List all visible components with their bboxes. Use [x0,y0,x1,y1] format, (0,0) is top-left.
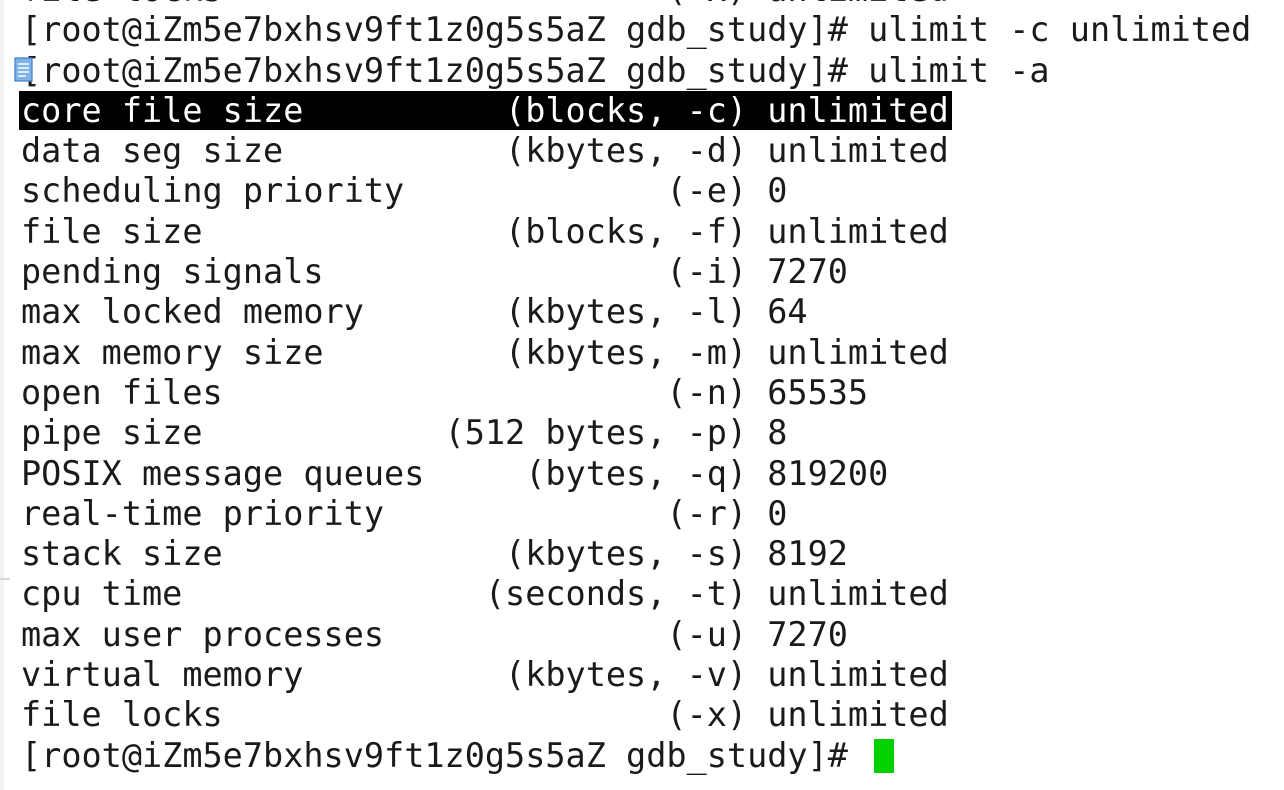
terminal-window[interactable]: file locks (-x) unlimited [root@iZm5e7bx… [0,0,1284,790]
text-cursor [874,738,895,773]
output-line: scheduling priority (-e) 0 [21,171,788,211]
output-line: data seg size (kbytes, -d) unlimited [21,131,949,171]
output-line: file locks (-x) unlimited [21,695,949,735]
output-line: file size (blocks, -f) unlimited [21,211,949,251]
output-line: max user processes (-u) 7270 [21,614,848,654]
output-line: stack size (kbytes, -s) 8192 [21,534,848,574]
selected-text: core file size (blocks, -c) unlimited [19,90,952,130]
prompt-line[interactable]: [root@iZm5e7bxhsv9ft1z0g5s5aZ gdb_study]… [21,736,1251,776]
prompt-text: [root@iZm5e7bxhsv9ft1z0g5s5aZ gdb_study]… [21,735,869,775]
output-line: pending signals (-i) 7270 [21,252,848,292]
terminal-output[interactable]: file locks (-x) unlimited [root@iZm5e7bx… [19,0,1252,776]
output-line: max memory size (kbytes, -m) unlimited [21,332,949,372]
scrollback-line: file locks (-x) unlimited [21,0,1251,10]
output-line: POSIX message queues (bytes, -q) 819200 [21,453,889,493]
output-line: real-time priority (-r) 0 [21,493,788,533]
output-line: max locked memory (kbytes, -l) 64 [21,292,808,332]
output-line: open files (-n) 65535 [21,372,869,412]
document-icon[interactable] [12,56,36,84]
gutter-marker [0,578,10,580]
output-line-selected: core file size (blocks, -c) unlimited [19,90,1251,131]
output-line: cpu time (seconds, -t) unlimited [21,574,949,614]
output-line: virtual memory (kbytes, -v) unlimited [21,655,949,695]
output-line: pipe size (512 bytes, -p) 8 [21,413,788,453]
command-line: [root@iZm5e7bxhsv9ft1z0g5s5aZ gdb_study]… [21,50,1050,90]
command-line: [root@iZm5e7bxhsv9ft1z0g5s5aZ gdb_study]… [21,10,1252,50]
terminal-left-border [0,0,4,790]
